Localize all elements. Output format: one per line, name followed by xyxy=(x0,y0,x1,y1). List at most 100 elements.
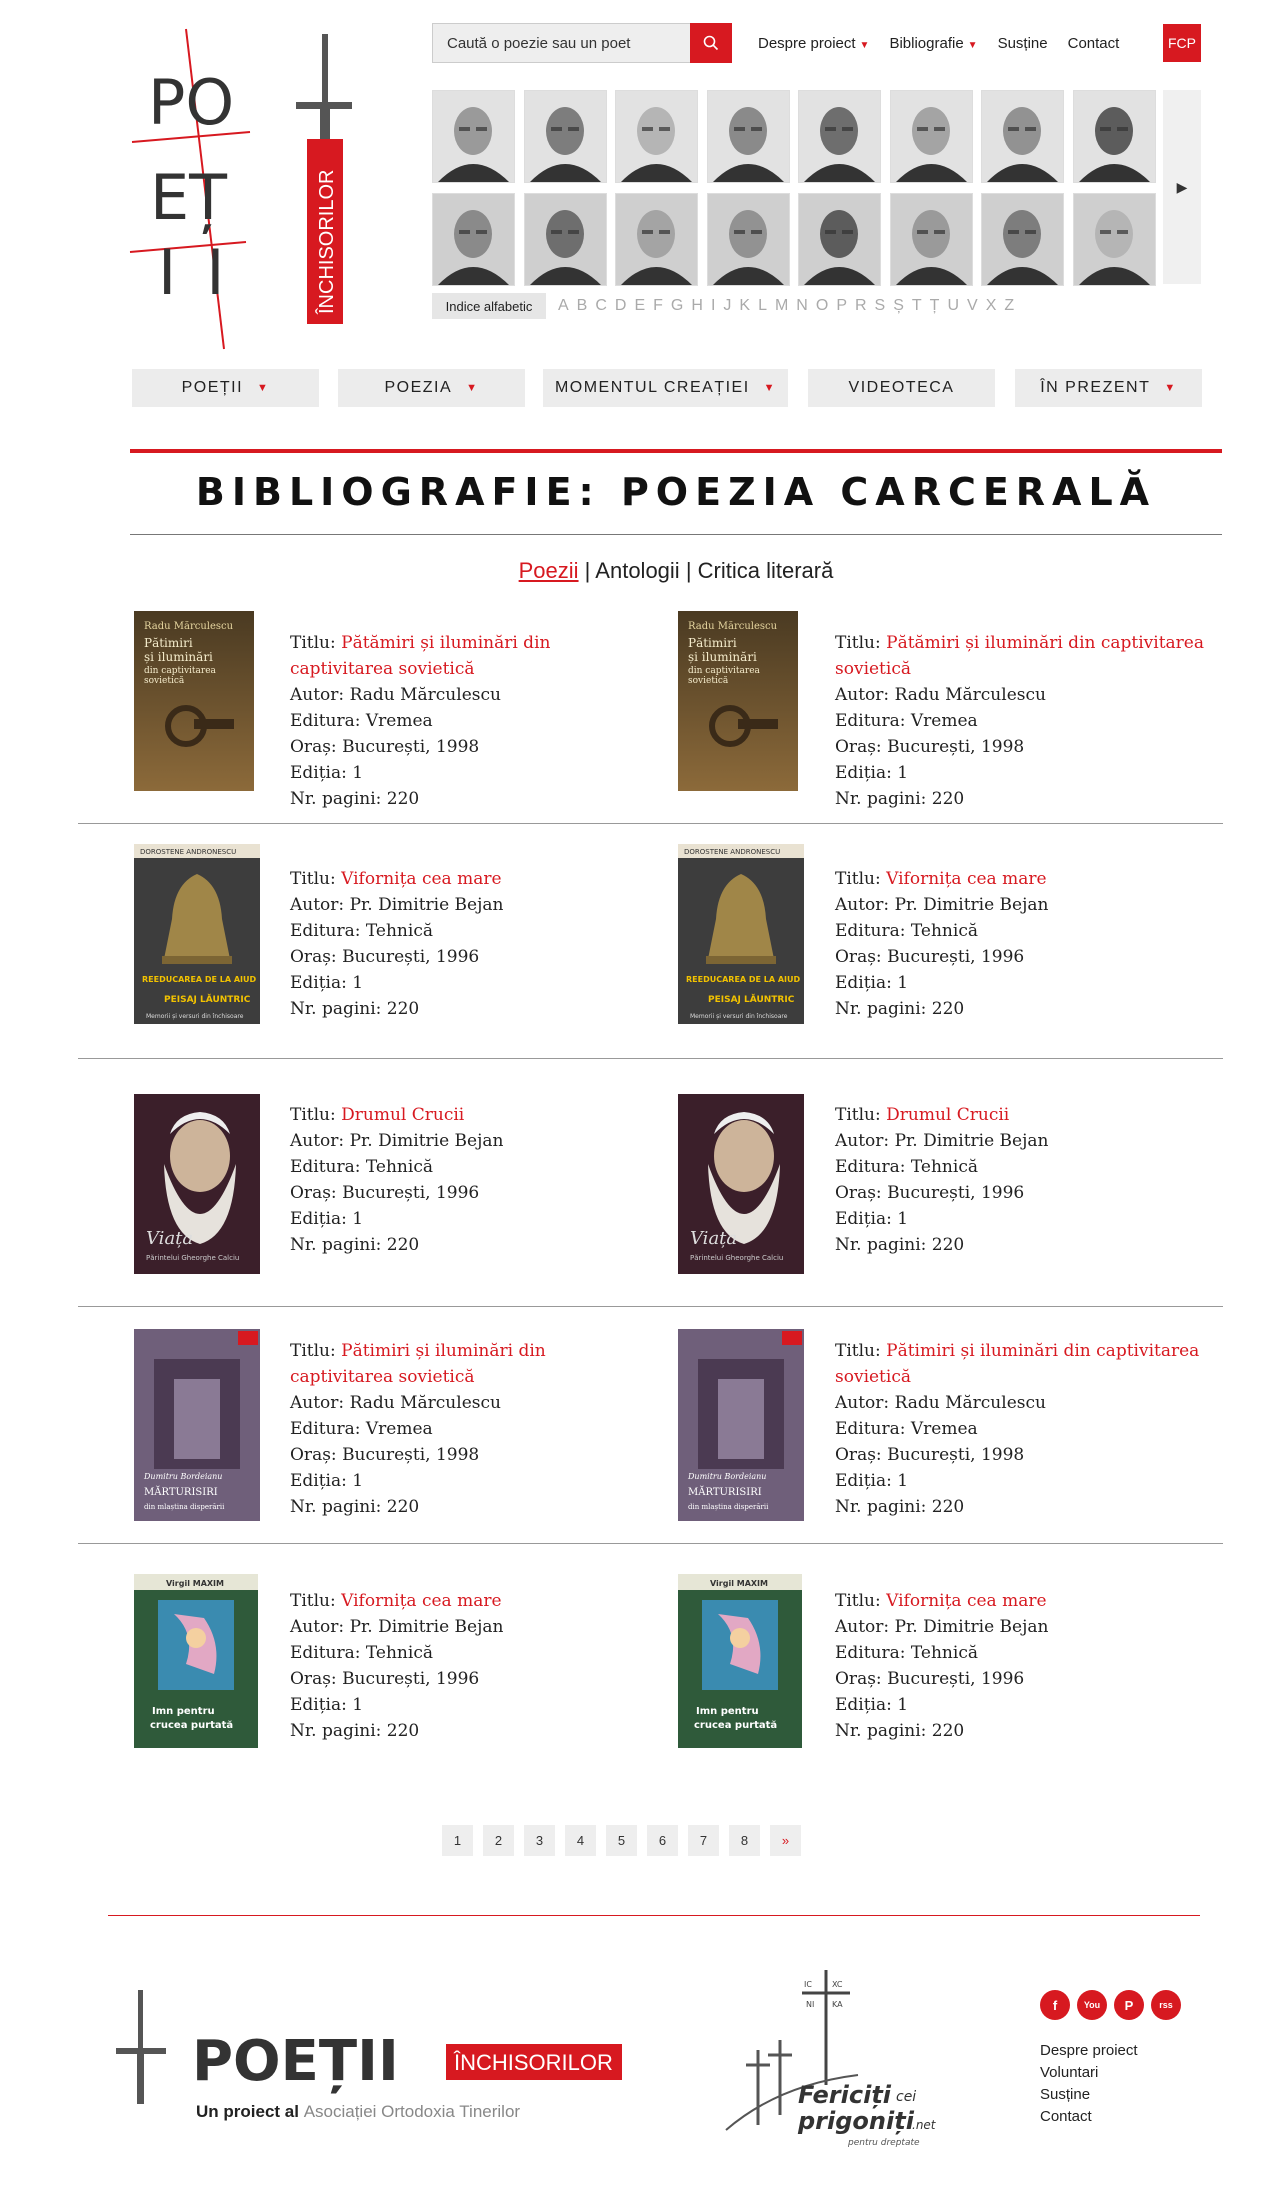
portrait-image xyxy=(890,194,972,285)
footer-link-sustine[interactable]: Susține xyxy=(1040,2084,1138,2106)
alphabet-letter[interactable]: Ș xyxy=(893,297,904,315)
pager-page-button[interactable]: 7 xyxy=(688,1825,719,1856)
search-button[interactable] xyxy=(690,23,732,63)
alphabet-letter[interactable]: X xyxy=(986,297,997,315)
alphabet-letter[interactable]: E xyxy=(634,297,645,315)
alphabet-letter[interactable]: T xyxy=(912,297,922,315)
book-title[interactable]: Drumul Crucii xyxy=(886,1105,1009,1125)
subnav-antologii[interactable]: Antologii xyxy=(595,558,679,583)
alphabet-letter[interactable]: I xyxy=(711,297,715,315)
book-cover[interactable]: Radu Mărculescu Pătimiri și iluminări din c… xyxy=(678,611,798,791)
poet-portrait[interactable] xyxy=(523,90,607,183)
alphabet-letter[interactable]: L xyxy=(758,297,767,315)
alphabet-letter[interactable]: C xyxy=(595,297,607,315)
field-label: Autor: xyxy=(290,1617,350,1637)
poet-portrait[interactable] xyxy=(432,193,515,286)
alphabet-letter[interactable]: N xyxy=(796,297,808,315)
book-cover[interactable]: DOROSTENE ANDRONESCU REEDUCAREA DE LA AIU… xyxy=(678,844,804,1024)
alphabet-letter[interactable]: B xyxy=(577,297,588,315)
facebook-icon[interactable]: f xyxy=(1040,1990,1070,2020)
paypal-icon[interactable]: P xyxy=(1114,1990,1144,2020)
book-title[interactable]: Vifornița cea mare xyxy=(341,1591,501,1611)
alphabet-letter[interactable]: D xyxy=(615,297,627,315)
pager-next-button[interactable]: » xyxy=(770,1825,801,1856)
topnav-contact[interactable]: Contact xyxy=(1068,35,1120,52)
mainnav-in-prezent[interactable]: ÎN PREZENT ▼ xyxy=(1015,369,1202,407)
topnav-sustine[interactable]: Susține xyxy=(998,35,1048,52)
alphabet-letter[interactable]: H xyxy=(691,297,703,315)
book-cover[interactable]: Dumitru Bordeianu MĂRTURISIRI din mlaștina… xyxy=(678,1329,804,1521)
book-title[interactable]: Pătămiri și iluminări din captivitarea s… xyxy=(835,633,1204,679)
alphabet-letter[interactable]: Z xyxy=(1004,297,1014,315)
alphabet-letter[interactable]: S xyxy=(875,297,886,315)
subnav-critica-literara[interactable]: Critica literară xyxy=(698,558,834,583)
alphabet-letter[interactable]: P xyxy=(836,297,847,315)
poet-portrait[interactable] xyxy=(981,193,1064,286)
pager-page-button[interactable]: 2 xyxy=(483,1825,514,1856)
alphabet-letter[interactable]: U xyxy=(947,297,959,315)
book-title[interactable]: Vifornița cea mare xyxy=(886,869,1046,889)
rss-icon[interactable]: rss xyxy=(1151,1990,1181,2020)
pager-page-button[interactable]: 3 xyxy=(524,1825,555,1856)
poet-portrait[interactable] xyxy=(523,193,607,286)
alphabet-letter[interactable]: J xyxy=(723,297,731,315)
mainnav-poezia[interactable]: POEZIA ▼ xyxy=(338,369,525,407)
poet-portrait[interactable] xyxy=(981,90,1064,183)
poet-portrait[interactable] xyxy=(615,193,698,286)
alphabet-letter[interactable]: F xyxy=(653,297,663,315)
alphabet-letter[interactable]: O xyxy=(816,297,828,315)
search-input[interactable] xyxy=(432,23,690,63)
footer-link-contact[interactable]: Contact xyxy=(1040,2106,1138,2128)
alphabet-letter[interactable]: Ț xyxy=(930,297,940,315)
book-title[interactable]: Pătimiri și iluminări din captivitarea s… xyxy=(835,1341,1199,1387)
book-title[interactable]: Drumul Crucii xyxy=(341,1105,464,1125)
poet-portrait[interactable] xyxy=(432,90,515,183)
book-cover[interactable]: Viața Părintelui Gheorghe Calciu xyxy=(678,1094,804,1274)
book-pages-row: Nr. pagini: 220 xyxy=(835,1232,1225,1258)
poet-portrait[interactable] xyxy=(889,90,973,183)
poet-portrait[interactable] xyxy=(615,90,698,183)
alphabet-letter[interactable]: R xyxy=(855,297,867,315)
topnav-despre-proiect[interactable]: Despre proiect ▼ xyxy=(758,35,869,52)
field-label: Titlu: xyxy=(835,869,887,889)
pager-page-button[interactable]: 1 xyxy=(442,1825,473,1856)
alphabet-letter[interactable]: M xyxy=(775,297,788,315)
mainnav-momentul-creatiei[interactable]: MOMENTUL CREAȚIEI ▼ xyxy=(543,369,788,407)
topnav-bibliografie[interactable]: Bibliografie ▼ xyxy=(889,35,977,52)
book-cover[interactable]: Radu Mărculescu Pătimiri și iluminări din c… xyxy=(134,611,254,791)
book-title[interactable]: Vifornița cea mare xyxy=(886,1591,1046,1611)
org-link[interactable]: Asociației Ortodoxia Tinerilor xyxy=(304,2102,520,2121)
poet-portrait[interactable] xyxy=(798,193,881,286)
fericiti-logo[interactable]: IC XC NI KA Fericiți cei prigoniți .net … xyxy=(718,1965,958,2155)
book-cover[interactable]: Virgil MAXIM Imn pentru crucea purtată xyxy=(678,1574,802,1748)
poet-portrait[interactable] xyxy=(798,90,881,183)
book-title[interactable]: Vifornița cea mare xyxy=(341,869,501,889)
book-cover[interactable]: Dumitru Bordeianu MĂRTURISIRI din mlaștina… xyxy=(134,1329,260,1521)
poet-portrait[interactable] xyxy=(1072,193,1156,286)
fcp-button[interactable]: FCP xyxy=(1163,24,1201,62)
poet-portrait[interactable] xyxy=(706,90,790,183)
pager-page-button[interactable]: 5 xyxy=(606,1825,637,1856)
pager-page-button[interactable]: 4 xyxy=(565,1825,596,1856)
alphabet-letter[interactable]: K xyxy=(739,297,750,315)
footer-link-voluntari[interactable]: Voluntari xyxy=(1040,2062,1138,2084)
pager-page-button[interactable]: 6 xyxy=(647,1825,678,1856)
poet-portrait[interactable] xyxy=(706,193,790,286)
book-cover[interactable]: Virgil MAXIM Imn pentru crucea purtată xyxy=(134,1574,258,1748)
poet-portrait[interactable] xyxy=(1072,90,1156,183)
alphabet-letter[interactable]: V xyxy=(967,297,978,315)
alphabet-letter[interactable]: A xyxy=(558,297,569,315)
youtube-icon[interactable]: You xyxy=(1077,1990,1107,2020)
footer-link-despre-proiect[interactable]: Despre proiect xyxy=(1040,2040,1138,2062)
pager-page-button[interactable]: 8 xyxy=(729,1825,760,1856)
alphabet-letter[interactable]: G xyxy=(671,297,683,315)
book-cover[interactable]: Viața Părintelui Gheorghe Calciu xyxy=(134,1094,260,1274)
subnav-poezii[interactable]: Poezii xyxy=(519,558,579,583)
mainnav-videoteca[interactable]: VIDEOTECA xyxy=(808,369,995,407)
site-logo[interactable]: PO EȚ II ÎNCHISORILOR xyxy=(128,24,373,354)
book-cover[interactable]: DOROSTENE ANDRONESCU REEDUCAREA DE LA AIU… xyxy=(134,844,260,1024)
carousel-next-button[interactable]: ▶ xyxy=(1163,90,1201,284)
footer-logo[interactable]: POEȚII ÎNCHISORILOR xyxy=(108,1990,628,2110)
mainnav-poetii[interactable]: POEȚII ▼ xyxy=(132,369,319,407)
poet-portrait[interactable] xyxy=(889,193,973,286)
